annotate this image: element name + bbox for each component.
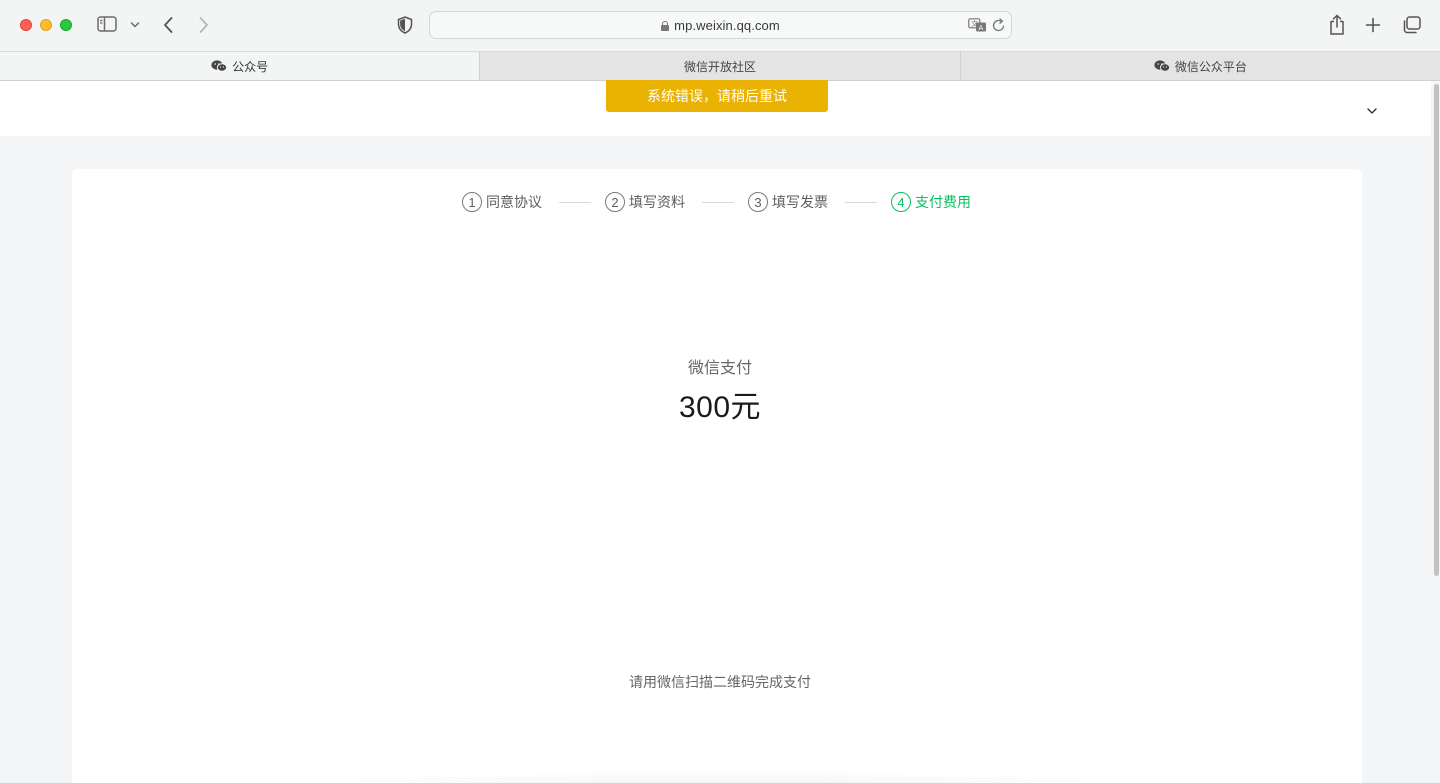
svg-text:A: A	[979, 24, 984, 32]
error-toast: 系统错误，请稍后重试	[606, 80, 828, 112]
forward-arrow-icon[interactable]	[198, 16, 210, 34]
scan-qr-tip: 请用微信扫描二维码完成支付	[629, 674, 811, 690]
step-connector	[702, 202, 734, 203]
qr-panel-shadow	[195, 770, 1245, 783]
close-window-button[interactable]	[20, 19, 32, 31]
tab-label: 微信开放社区	[683, 59, 756, 74]
browser-toolbar: mp.weixin.qq.com 文A	[0, 0, 1440, 52]
payment-amount: 300元	[678, 391, 762, 424]
step-agree-protocol: 1 同意协议	[462, 191, 542, 213]
tab-gongzhonghao[interactable]: 公众号	[0, 52, 480, 80]
chevron-down-icon[interactable]	[130, 21, 140, 29]
step-label: 同意协议	[486, 194, 542, 210]
step-number: 2	[605, 192, 625, 212]
url-label: mp.weixin.qq.com	[674, 18, 780, 33]
step-label: 支付费用	[915, 194, 971, 210]
step-number: 3	[748, 192, 768, 212]
scrollbar-thumb[interactable]	[1434, 84, 1439, 576]
browser-window: mp.weixin.qq.com 文A 公众号 微信开放社区 微信公众平台 系统…	[0, 0, 1440, 783]
share-icon[interactable]	[1328, 14, 1346, 36]
translate-icon[interactable]: 文A	[968, 18, 988, 38]
wechat-icon	[211, 60, 228, 72]
tab-label: 微信公众平台	[1174, 59, 1247, 74]
zoom-window-button[interactable]	[60, 19, 72, 31]
step-pay-fee: 4 支付费用	[891, 191, 971, 213]
wechat-icon	[1154, 60, 1170, 72]
step-fill-info: 2 填写资料	[605, 191, 685, 213]
url-text: mp.weixin.qq.com	[430, 18, 1011, 33]
tab-open-community[interactable]: 微信开放社区	[479, 52, 959, 80]
privacy-shield-icon[interactable]	[397, 16, 413, 34]
address-bar[interactable]: mp.weixin.qq.com 文A	[429, 11, 1012, 39]
tab-mp-platform[interactable]: 微信公众平台	[959, 52, 1440, 80]
sidebar-toggle-icon[interactable]	[97, 16, 117, 32]
payment-method-title: 微信支付	[687, 360, 752, 377]
new-tab-icon[interactable]	[1365, 17, 1381, 33]
chevron-down-icon[interactable]	[1366, 103, 1378, 121]
reload-icon[interactable]	[992, 18, 1006, 38]
step-fill-invoice: 3 填写发票	[748, 191, 828, 213]
tab-label: 公众号	[232, 59, 269, 74]
step-connector	[559, 202, 591, 203]
step-number: 4	[891, 192, 911, 212]
tab-bar: 公众号 微信开放社区 微信公众平台	[0, 52, 1440, 81]
back-arrow-icon[interactable]	[162, 16, 174, 34]
lock-icon	[661, 21, 670, 31]
step-label: 填写资料	[629, 194, 685, 210]
progress-steps: 1 同意协议 2 填写资料 3 填写发票 4 支付费用	[0, 191, 1440, 213]
step-number: 1	[462, 192, 482, 212]
step-label: 填写发票	[772, 194, 828, 210]
step-connector	[845, 202, 877, 203]
minimize-window-button[interactable]	[40, 19, 52, 31]
tab-overview-icon[interactable]	[1402, 16, 1421, 34]
